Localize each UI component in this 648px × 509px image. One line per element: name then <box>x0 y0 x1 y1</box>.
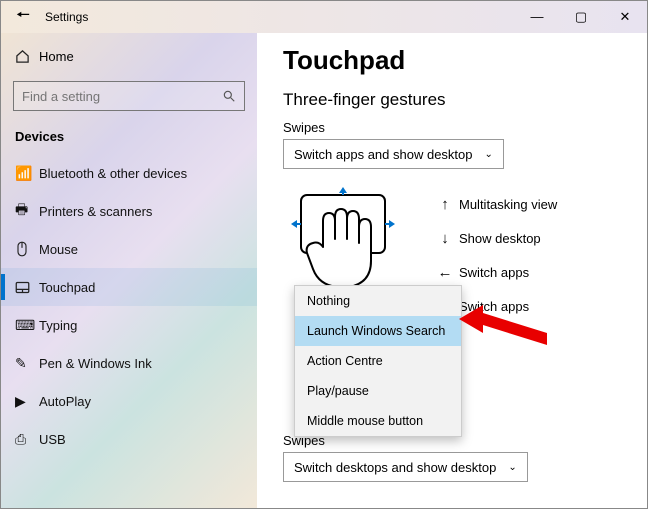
sidebar-item-pen[interactable]: ✎ Pen & Windows Ink <box>1 344 257 382</box>
sidebar-item-bluetooth[interactable]: 📶 Bluetooth & other devices <box>1 154 257 192</box>
sidebar-item-typing[interactable]: ⌨ Typing <box>1 306 257 344</box>
mouse-icon <box>15 241 39 257</box>
sidebar-item-label: Mouse <box>39 242 78 257</box>
swipes2-dropdown[interactable]: Switch desktops and show desktop ⌄ <box>283 452 528 482</box>
menu-item-middle-mouse[interactable]: Middle mouse button <box>295 406 461 436</box>
annotation-arrow <box>459 297 549 357</box>
chevron-down-icon: ⌄ <box>485 149 493 160</box>
minimize-button[interactable]: — <box>515 9 559 25</box>
sidebar-item-label: AutoPlay <box>39 394 91 409</box>
gesture-left: ← Switch apps <box>431 255 557 289</box>
gesture-down: ↓ Show desktop <box>431 221 557 255</box>
menu-item-play-pause[interactable]: Play/pause <box>295 376 461 406</box>
home-icon <box>15 49 39 64</box>
sidebar-item-mouse[interactable]: Mouse <box>1 230 257 268</box>
window-title: Settings <box>45 10 515 24</box>
printer-icon: 🖶 <box>15 199 39 223</box>
maximize-button[interactable]: ▢ <box>559 9 603 25</box>
search-box[interactable] <box>13 81 245 111</box>
menu-item-nothing[interactable]: Nothing <box>295 286 461 316</box>
swipes2-value: Switch desktops and show desktop <box>294 460 496 475</box>
menu-item-launch-search[interactable]: Launch Windows Search <box>295 316 461 346</box>
sidebar-item-label: Printers & scanners <box>39 204 152 219</box>
taps-menu[interactable]: Nothing Launch Windows Search Action Cen… <box>294 285 462 437</box>
arrow-down-icon: ↓ <box>431 230 459 247</box>
chevron-down-icon: ⌄ <box>508 462 516 473</box>
sidebar-item-label: Typing <box>39 318 77 333</box>
sidebar-item-label: Bluetooth & other devices <box>39 166 187 181</box>
sidebar-home-label: Home <box>39 49 74 64</box>
section-heading: Three-finger gestures <box>283 90 627 110</box>
sidebar-home[interactable]: Home <box>1 37 257 75</box>
usb-icon: ⎙ <box>15 431 39 448</box>
search-icon <box>222 89 236 103</box>
swipes-dropdown[interactable]: Switch apps and show desktop ⌄ <box>283 139 504 169</box>
sidebar-item-label: Pen & Windows Ink <box>39 356 152 371</box>
close-button[interactable]: ✕ <box>603 9 647 25</box>
sidebar-item-usb[interactable]: ⎙ USB <box>1 420 257 458</box>
sidebar: Home Devices 📶 Bluetooth & other devices… <box>1 33 257 508</box>
bluetooth-icon: 📶 <box>15 165 39 182</box>
gesture-up: ↑ Multitasking view <box>431 187 557 221</box>
search-input[interactable] <box>22 89 222 104</box>
sidebar-category: Devices <box>1 121 257 154</box>
sidebar-item-autoplay[interactable]: ▶ AutoPlay <box>1 382 257 420</box>
page-title: Touchpad <box>283 45 627 76</box>
touchpad-icon <box>15 281 39 294</box>
autoplay-icon: ▶ <box>15 393 39 410</box>
sidebar-item-touchpad[interactable]: Touchpad <box>1 268 257 306</box>
back-button[interactable]: 🠔 <box>1 4 45 31</box>
titlebar: 🠔 Settings — ▢ ✕ <box>1 1 647 33</box>
sidebar-item-printers[interactable]: 🖶 Printers & scanners <box>1 192 257 230</box>
sidebar-item-label: Touchpad <box>39 280 95 295</box>
sidebar-item-label: USB <box>39 432 66 447</box>
arrow-up-icon: ↑ <box>431 196 459 213</box>
swipes-label: Swipes <box>283 120 627 135</box>
arrow-left-icon: ← <box>431 264 459 281</box>
menu-item-action-centre[interactable]: Action Centre <box>295 346 461 376</box>
pen-icon: ✎ <box>15 355 39 372</box>
swipes-value: Switch apps and show desktop <box>294 147 473 162</box>
keyboard-icon: ⌨ <box>15 317 39 334</box>
